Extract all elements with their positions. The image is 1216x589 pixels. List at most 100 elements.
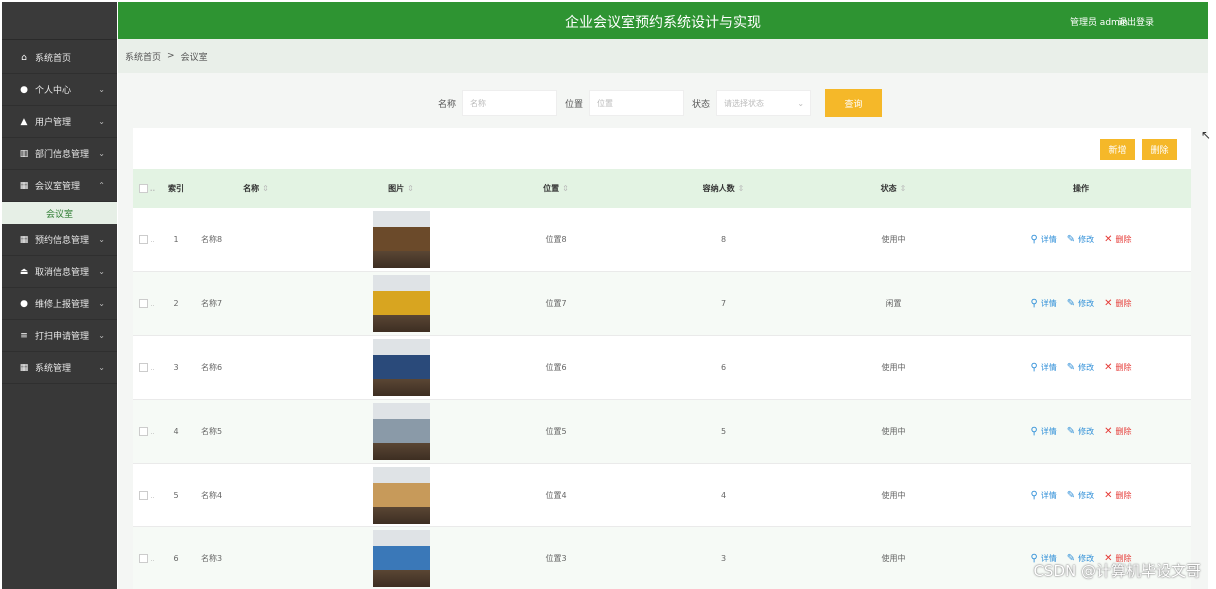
row-name: 名称7 bbox=[201, 299, 223, 309]
chevron-down-icon: ⌄ bbox=[98, 149, 105, 158]
col-name[interactable]: 名称 ⇕ bbox=[191, 169, 321, 208]
table-row: .. 2 名称7 位置7 7 闲置 ⚲ 详情 ✎ 修改 ✕ 删除 bbox=[133, 271, 1191, 336]
sidebar-subitem-meeting-room[interactable]: 会议室 bbox=[2, 202, 117, 224]
row-checkbox[interactable] bbox=[139, 554, 149, 564]
search-icon: ⚲ bbox=[1030, 234, 1038, 246]
sidebar-item-reservations[interactable]: ▦ 预约信息管理 ⌄ bbox=[2, 224, 117, 256]
edit-button[interactable]: ✎ 修改 bbox=[1067, 426, 1094, 437]
row-checkbox[interactable] bbox=[139, 426, 149, 436]
pin-icon: ● bbox=[20, 298, 28, 309]
row-checkbox[interactable] bbox=[139, 299, 149, 309]
detail-button[interactable]: ⚲ 详情 bbox=[1030, 490, 1056, 501]
sidebar-item-label: 部门信息管理 bbox=[35, 150, 90, 160]
row-image-cell bbox=[321, 272, 481, 336]
sidebar-item-profile[interactable]: ● 个人中心 ⌄ bbox=[2, 74, 117, 106]
edit-button[interactable]: ✎ 修改 bbox=[1067, 490, 1094, 501]
watermark: CSDN @计算机毕设文哥 bbox=[1033, 562, 1201, 580]
chart-icon: ▥ bbox=[19, 148, 29, 159]
delete-row-button[interactable]: ✕ 删除 bbox=[1104, 234, 1131, 245]
row-location: 位置3 bbox=[545, 554, 567, 564]
search-icon: ⚲ bbox=[1030, 425, 1038, 437]
table-panel: 新增 删除 .. 索引 名称 ⇕ 图片 ⇕ 位置 ⇕ 容纳人数 ⇕ 状态 ⇕ 操作 bbox=[133, 128, 1191, 589]
delete-row-button[interactable]: ✕ 删除 bbox=[1104, 298, 1131, 309]
table-row: .. 4 名称5 位置5 5 使用中 ⚲ 详情 ✎ 修改 ✕ 删除 bbox=[133, 399, 1191, 464]
row-image-cell bbox=[321, 399, 481, 463]
row-capacity: 8 bbox=[720, 235, 727, 245]
sidebar-item-cancellations[interactable]: ⏏ 取消信息管理 ⌄ bbox=[2, 256, 117, 288]
header: 企业会议室预约系统设计与实现 管理员 admin 退出登录 bbox=[118, 2, 1208, 39]
meeting-room-table: .. 索引 名称 ⇕ 图片 ⇕ 位置 ⇕ 容纳人数 ⇕ 状态 ⇕ 操作 .. 1 名称8 位置8… bbox=[133, 169, 1191, 589]
chevron-down-icon: ⌄ bbox=[98, 331, 105, 340]
col-status[interactable]: 状态 ⇕ bbox=[816, 169, 971, 208]
add-button[interactable]: 新增 bbox=[1100, 139, 1135, 160]
delete-row-button[interactable]: ✕ 删除 bbox=[1104, 490, 1131, 501]
chevron-down-icon: ⌄ bbox=[98, 235, 105, 244]
row-capacity: 7 bbox=[720, 299, 727, 309]
delete-row-button[interactable]: ✕ 删除 bbox=[1104, 426, 1131, 437]
status-select[interactable]: 请选择状态 ⌄ bbox=[716, 90, 812, 116]
row-location: 位置4 bbox=[545, 490, 567, 500]
edit-button[interactable]: ✎ 修改 bbox=[1067, 298, 1094, 309]
sidebar-item-repairs[interactable]: ● 维修上报管理 ⌄ bbox=[2, 288, 117, 320]
row-select-cell: .. bbox=[133, 527, 161, 589]
detail-button[interactable]: ⚲ 详情 bbox=[1030, 234, 1056, 245]
select-all-checkbox[interactable] bbox=[138, 184, 148, 193]
sidebar-item-system[interactable]: ▦ 系统管理 ⌄ bbox=[2, 352, 117, 384]
detail-button[interactable]: ⚲ 详情 bbox=[1030, 426, 1056, 437]
close-icon: ✕ bbox=[1104, 234, 1113, 246]
room-thumbnail bbox=[372, 530, 430, 588]
sort-icon: ⇕ bbox=[899, 184, 907, 193]
row-select-cell: .. bbox=[133, 208, 161, 272]
row-select-cell: .. bbox=[133, 336, 161, 400]
query-button[interactable]: 查询 bbox=[825, 89, 883, 117]
location-label: 位置 bbox=[565, 99, 584, 110]
breadcrumb-home[interactable]: 系统首页 bbox=[125, 50, 161, 63]
list-icon: ≡ bbox=[20, 330, 28, 341]
row-image-cell bbox=[321, 208, 481, 272]
sort-icon: ⇕ bbox=[737, 184, 745, 193]
sidebar-item-label: 会议室管理 bbox=[35, 182, 81, 192]
row-name: 名称5 bbox=[201, 426, 223, 436]
breadcrumb: 系统首页 > 会议室 bbox=[118, 39, 1208, 73]
sidebar-item-meeting-rooms[interactable]: ▦ 会议室管理 ⌃ bbox=[2, 170, 117, 202]
row-status: 使用中 bbox=[881, 426, 906, 436]
row-select-cell: .. bbox=[133, 399, 161, 463]
breadcrumb-separator: > bbox=[167, 51, 175, 61]
close-icon: ✕ bbox=[1104, 361, 1113, 373]
name-input[interactable]: 名称 bbox=[462, 90, 558, 116]
edit-button[interactable]: ✎ 修改 bbox=[1067, 362, 1094, 373]
sidebar-item-users[interactable]: ▲ 用户管理 ⌄ bbox=[2, 106, 117, 138]
chevron-down-icon: ⌄ bbox=[98, 267, 105, 276]
chevron-up-icon: ⌃ bbox=[98, 181, 105, 190]
table-row: .. 3 名称6 位置6 6 使用中 ⚲ 详情 ✎ 修改 ✕ 删除 bbox=[133, 336, 1191, 400]
delete-button[interactable]: 删除 bbox=[1142, 139, 1177, 160]
edit-button[interactable]: ✎ 修改 bbox=[1067, 234, 1094, 245]
logout-link[interactable]: 退出登录 bbox=[1118, 15, 1154, 28]
col-location[interactable]: 位置 ⇕ bbox=[481, 169, 631, 208]
row-name: 名称8 bbox=[201, 235, 223, 245]
sidebar-item-cleaning[interactable]: ≡ 打扫申请管理 ⌄ bbox=[2, 320, 117, 352]
row-checkbox[interactable] bbox=[139, 235, 149, 245]
row-checkbox[interactable] bbox=[139, 490, 149, 500]
table-actions: 新增 删除 bbox=[1100, 139, 1177, 160]
detail-button[interactable]: ⚲ 详情 bbox=[1030, 298, 1056, 309]
col-image[interactable]: 图片 ⇕ bbox=[321, 169, 481, 208]
sidebar-item-home[interactable]: ⌂ 系统首页 bbox=[2, 42, 117, 74]
status-select-placeholder: 请选择状态 bbox=[724, 99, 765, 108]
col-capacity[interactable]: 容纳人数 ⇕ bbox=[631, 169, 816, 208]
pencil-icon: ✎ bbox=[1066, 298, 1076, 310]
detail-button[interactable]: ⚲ 详情 bbox=[1030, 362, 1056, 373]
name-label: 名称 bbox=[438, 99, 457, 110]
row-operations: ⚲ 详情 ✎ 修改 ✕ 删除 bbox=[971, 272, 1191, 336]
row-operations: ⚲ 详情 ✎ 修改 ✕ 删除 bbox=[971, 463, 1191, 527]
sort-icon: ⇕ bbox=[407, 184, 414, 193]
location-input[interactable]: 位置 bbox=[589, 90, 685, 116]
delete-row-button[interactable]: ✕ 删除 bbox=[1104, 362, 1131, 373]
search-form: 名称 名称 位置 位置 状态 请选择状态 ⌄ 查询 bbox=[438, 89, 883, 117]
sidebar-item-departments[interactable]: ▥ 部门信息管理 ⌄ bbox=[2, 138, 117, 170]
row-index: 5 bbox=[173, 490, 179, 500]
sidebar-item-label: 系统管理 bbox=[35, 364, 72, 374]
row-index: 3 bbox=[173, 362, 179, 372]
search-icon: ⚲ bbox=[1030, 489, 1038, 501]
row-checkbox[interactable] bbox=[139, 362, 149, 372]
